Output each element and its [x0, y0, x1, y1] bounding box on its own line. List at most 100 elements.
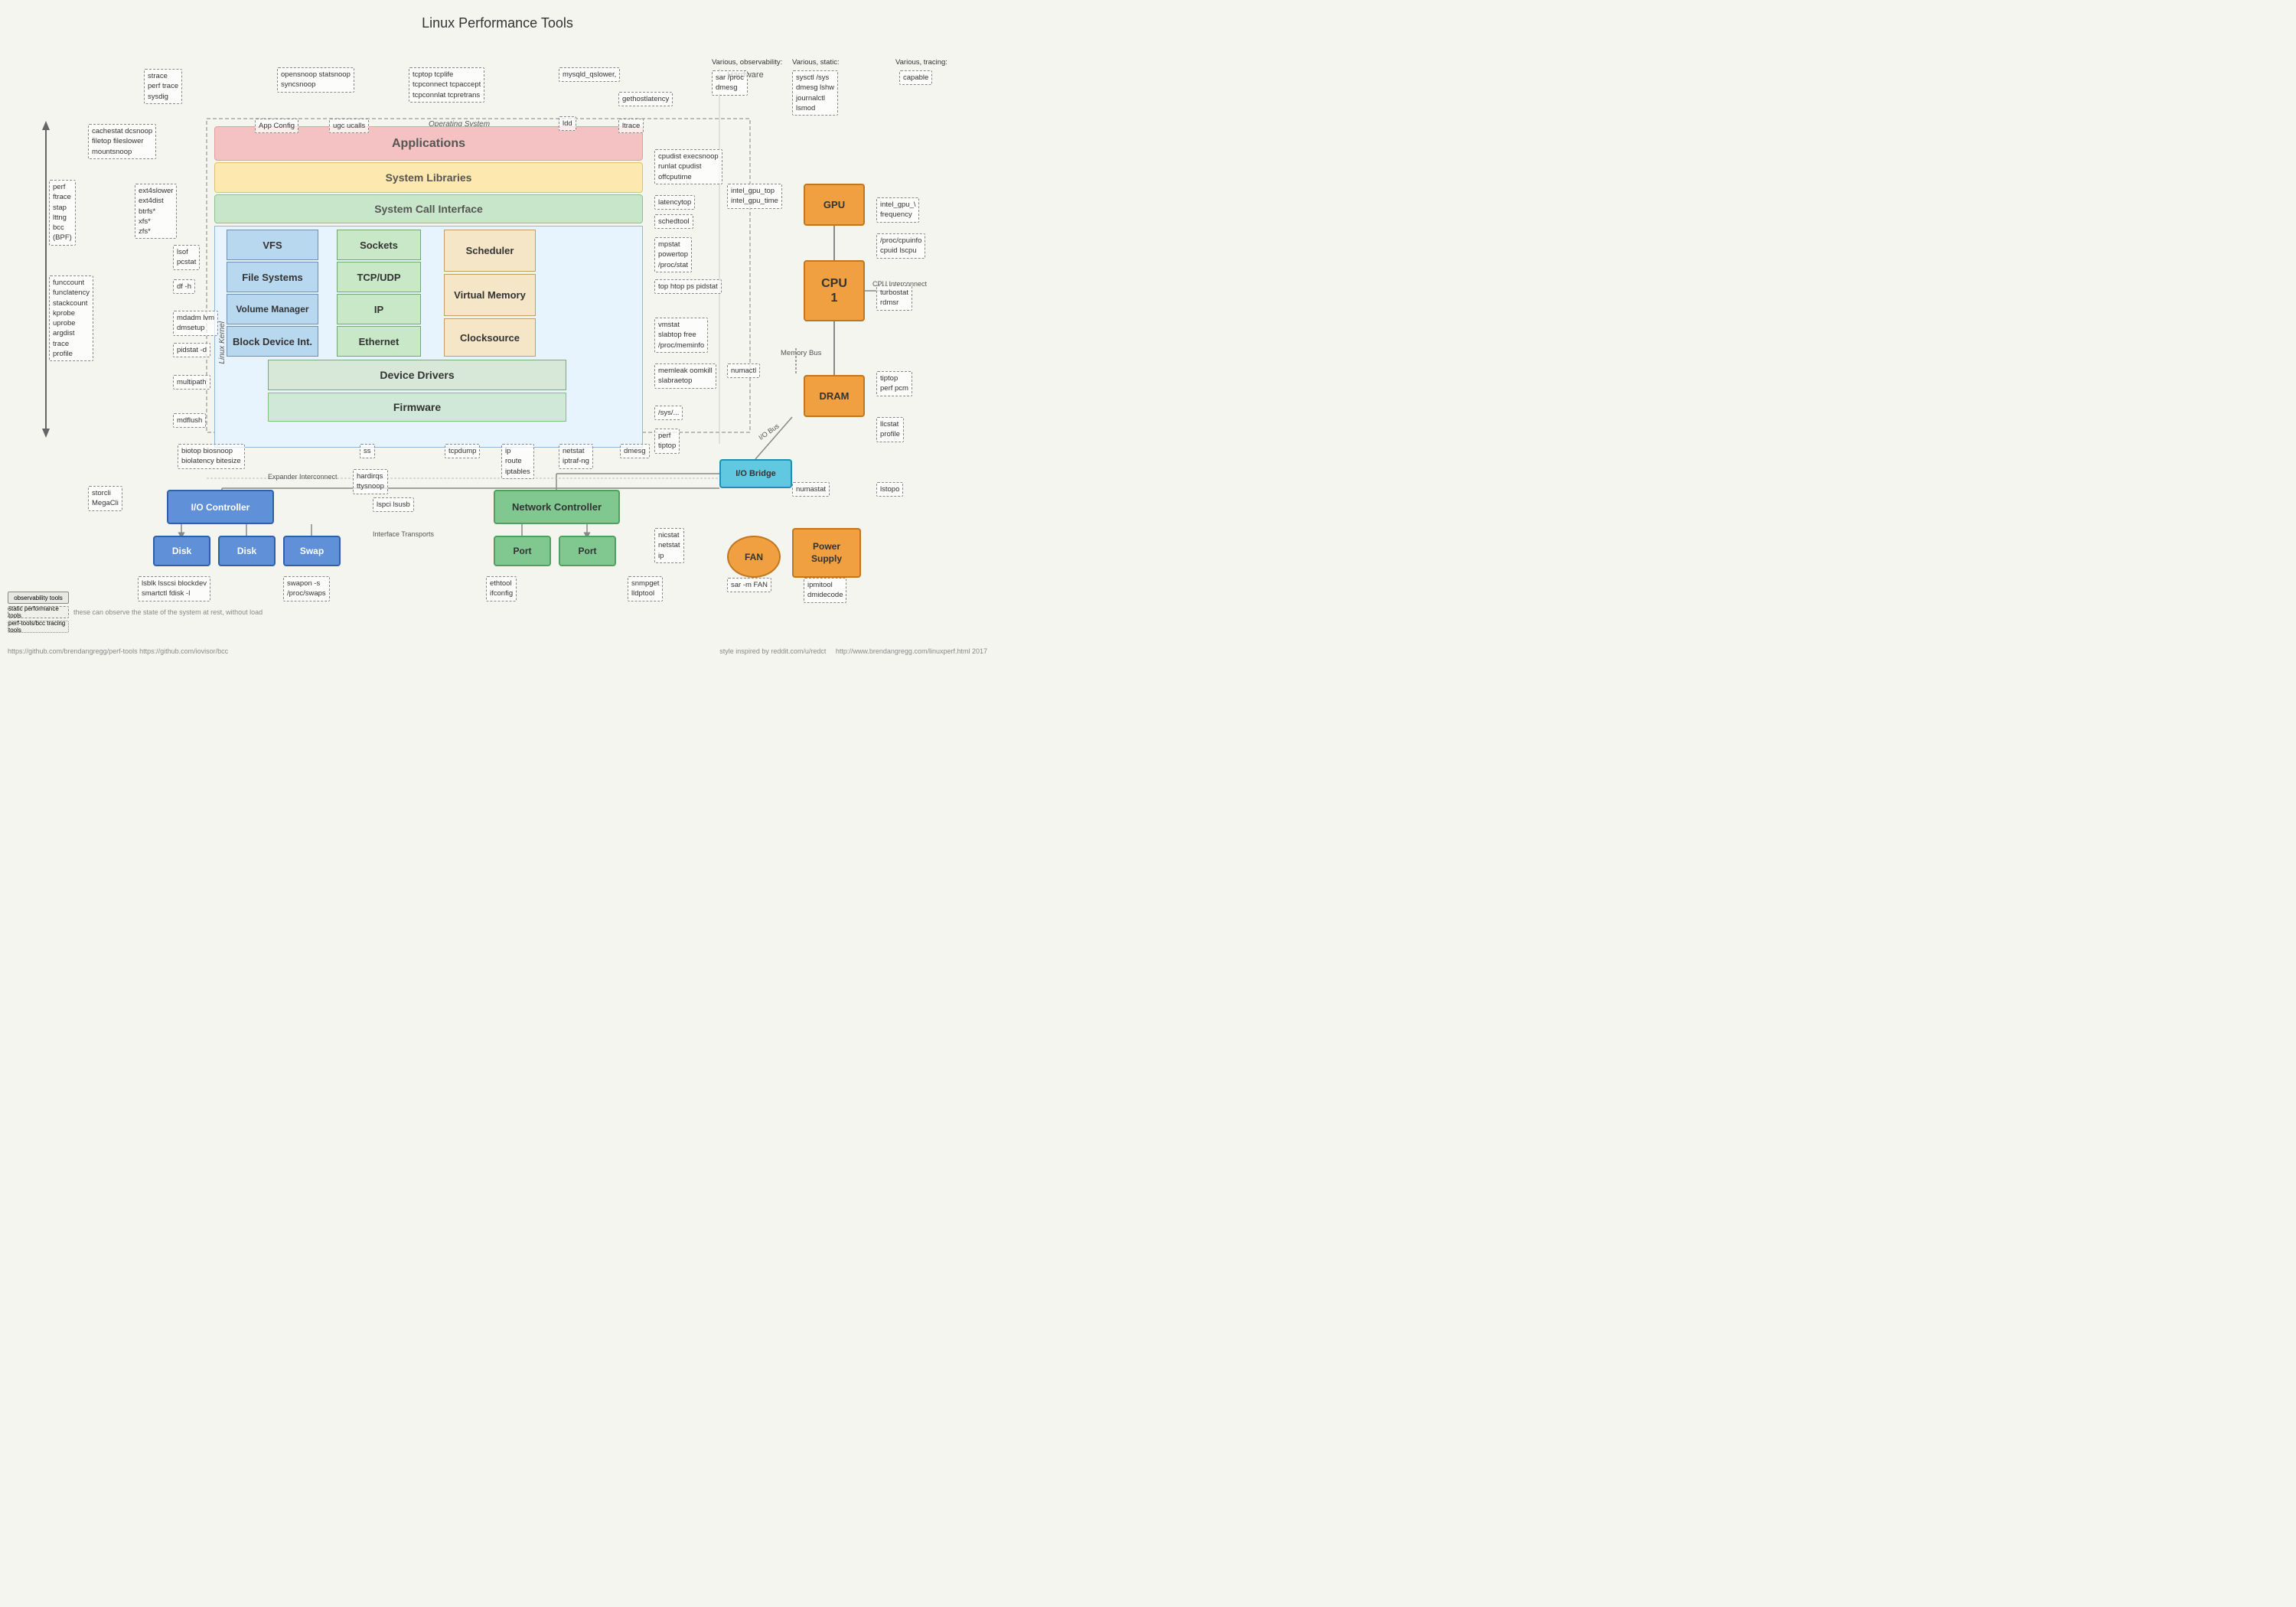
- ip-route-box: ip route iptables: [501, 444, 534, 479]
- port2-box: Port: [559, 536, 616, 566]
- multipath-box: multipath: [173, 375, 210, 390]
- tcptop-box: tcptop tcplife tcpconnect tcpaccept tcpc…: [409, 67, 484, 103]
- sched-block: Scheduler: [444, 230, 536, 272]
- sysctl-box: sysctl /sys dmesg lshw journalctl lsmod: [792, 70, 838, 116]
- netstat-box: netstat iptraf-ng: [559, 444, 593, 469]
- gpu-box: GPU: [804, 184, 865, 226]
- ugc-ucalls-box: ugc ucalls: [329, 119, 369, 133]
- legend-trace-label: perf-tools/bcc tracing tools: [8, 620, 68, 634]
- interface-transports-label: Interface Transports: [373, 530, 434, 540]
- expander-interconnect-label: Expander Interconnect: [268, 472, 338, 483]
- io-bridge-box: I/O Bridge: [719, 459, 792, 488]
- nicstat-box: nicstat netstat ip: [654, 528, 684, 563]
- ss-box: ss: [360, 444, 375, 458]
- psu-box: Power Supply: [792, 528, 861, 578]
- syscall-label: System Call Interface: [374, 203, 483, 215]
- memleak-box: memleak oomkill slabraetop: [654, 363, 716, 389]
- disk1-box: Disk: [153, 536, 210, 566]
- gethostlatency-box: gethostlatency: [618, 92, 673, 106]
- syslibs-label: System Libraries: [386, 171, 472, 184]
- ldd-box: ldd: [559, 116, 576, 131]
- fan-box: FAN: [727, 536, 781, 578]
- dmesg-net-box: dmesg: [620, 444, 650, 458]
- opensnoop-box: opensnoop statsnoop syncsnoop: [277, 67, 354, 93]
- legend-obs-box: observability tools: [8, 592, 69, 604]
- top-box: top htop ps pidstat: [654, 279, 722, 294]
- io-controller-box: I/O Controller: [167, 490, 274, 524]
- legend-trace-box: perf-tools/bcc tracing tools: [8, 621, 69, 633]
- intel-gpu-freq-box: intel_gpu_\ frequency: [876, 197, 919, 223]
- kernel-label: Linux Kernel: [218, 321, 227, 364]
- mpstat-box: mpstat powertop /proc/stat: [654, 237, 692, 272]
- syscall-layer: System Call Interface: [214, 194, 643, 223]
- capable-box: capable: [899, 70, 932, 85]
- intel-gpu-top-box: intel_gpu_top intel_gpu_time: [727, 184, 782, 209]
- sar-proc-box: sar /proc dmesg: [712, 70, 748, 96]
- perf-tiptop-box: perf tiptop: [654, 429, 680, 454]
- mdadm-box: mdadm lvm dmsetup: [173, 311, 218, 336]
- footer-links: https://github.com/brendangregg/perf-too…: [8, 647, 228, 655]
- lstopo-box: lstopo: [876, 482, 903, 497]
- storcli-box: storcli MegaCli: [88, 486, 122, 511]
- sockets-block: Sockets: [337, 230, 421, 260]
- applications-label: Applications: [392, 137, 465, 151]
- ethtool-box: ethtool ifconfig: [486, 576, 517, 601]
- strace-box: strace perf trace sysdig: [144, 69, 182, 104]
- disk2-box: Disk: [218, 536, 276, 566]
- dram-box: DRAM: [804, 375, 865, 417]
- legend-static-desc: these can observe the state of the syste…: [73, 608, 263, 616]
- tcpudp-block: TCP/UDP: [337, 262, 421, 292]
- vfs-block: VFS: [227, 230, 318, 260]
- various-static-label: Various, static:: [792, 57, 840, 68]
- clk-block: Clocksource: [444, 318, 536, 357]
- lsof-box: lsof pcstat: [173, 245, 200, 270]
- perf-ftrace-box: perf ftrace stap lttng bcc (BPF): [49, 180, 76, 246]
- legend: observability tools static performance t…: [8, 592, 263, 635]
- ipmitool-box: ipmitool dmidecode: [804, 578, 846, 603]
- lspci-box: lspci lsusb: [373, 497, 414, 512]
- sar-fan-box: sar -m FAN: [727, 578, 771, 592]
- ethernet-block: Ethernet: [337, 326, 421, 357]
- footer-right: style inspired by reddit.com/u/redct htt…: [719, 647, 987, 655]
- vmem-block: Virtual Memory: [444, 274, 536, 316]
- cpudist-box: cpudist execsnoop runlat cpudist offcput…: [654, 149, 722, 184]
- cpu-box: CPU 1: [804, 260, 865, 321]
- sys-box: /sys/...: [654, 406, 683, 420]
- memory-bus-label: Memory Bus: [781, 348, 821, 359]
- hardirqs-box: hardirqs ttysnoop: [353, 469, 388, 494]
- blkdev-block: Block Device Int.: [227, 326, 318, 357]
- swapon-box: swapon -s /proc/swaps: [283, 576, 330, 601]
- various-tracing-label: Various, tracing:: [895, 57, 947, 68]
- llcstat-box: llcstat profile: [876, 417, 904, 442]
- ip-block: IP: [337, 294, 421, 324]
- vmstat-box: vmstat slabtop free /proc/meminfo: [654, 318, 708, 353]
- port1-box: Port: [494, 536, 551, 566]
- ltrace-box: ltrace: [618, 119, 644, 133]
- swap-box: Swap: [283, 536, 341, 566]
- firmware-block: Firmware: [268, 393, 566, 422]
- legend-static-label: static performance tools: [8, 605, 68, 619]
- page-title: Linux Performance Tools: [0, 6, 995, 36]
- proc-cpuinfo-box: /proc/cpuinfo cpuid lscpu: [876, 233, 925, 259]
- numactl-box: numactl: [727, 363, 760, 378]
- latencytop-box: latencytop: [654, 195, 695, 210]
- io-bus-label: I/O Bus: [757, 422, 781, 443]
- biotop-box: biotop biosnoop biolatency bitesize: [178, 444, 245, 469]
- tiptop-box: tiptop perf pcm: [876, 371, 912, 396]
- pidstat-box: pidstat -d: [173, 343, 210, 357]
- tcpdump-box: tcpdump: [445, 444, 480, 458]
- mdflush-box: mdflush: [173, 413, 206, 428]
- net-ctrl-box: Network Controller: [494, 490, 620, 524]
- numastat-box: numastat: [792, 482, 830, 497]
- drivers-block: Device Drivers: [268, 360, 566, 390]
- legend-static-box: static performance tools: [8, 606, 69, 618]
- app-config-box: App Config: [255, 119, 298, 133]
- legend-obs-label: observability tools: [14, 595, 63, 601]
- footer: https://github.com/brendangregg/perf-too…: [0, 647, 995, 655]
- schedtool-box: schedtool: [654, 214, 693, 229]
- syslibs-layer: System Libraries: [214, 162, 643, 193]
- snmpget-box: snmpget lldptool: [628, 576, 663, 601]
- volmgr-block: Volume Manager: [227, 294, 318, 324]
- mysqld-box: mysqld_qslower,: [559, 67, 620, 82]
- ext4slower-box: ext4slower ext4dist btrfs* xfs* zfs*: [135, 184, 177, 239]
